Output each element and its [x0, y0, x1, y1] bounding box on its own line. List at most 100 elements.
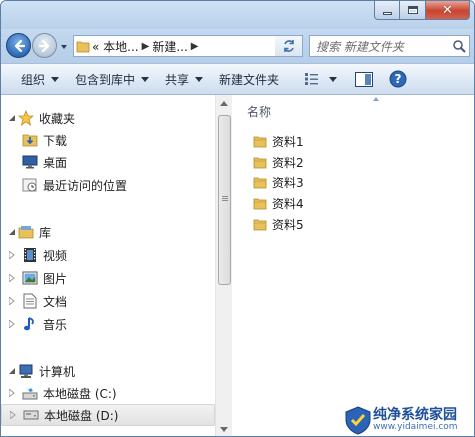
- include-in-library-button[interactable]: 包含到库中: [67, 67, 157, 91]
- file-name: 资料4: [272, 196, 304, 211]
- nav-item-music[interactable]: 音乐: [1, 313, 215, 335]
- nav-item-label: 本地磁盘 (C:): [43, 386, 117, 401]
- breadcrumb-label: 新建...: [152, 39, 188, 54]
- collapse-chevron-icon[interactable]: [7, 366, 17, 376]
- nav-favorites-label: 收藏夹: [39, 111, 76, 126]
- maximize-button[interactable]: [400, 1, 426, 20]
- nav-item-downloads[interactable]: 下载: [1, 129, 215, 151]
- breadcrumb-1[interactable]: « 本地...: [92, 36, 139, 56]
- navigation-pane: 收藏夹 下载 桌面 最近访问的位置 库 视频 图片 文档 音乐 计算机 本地磁盘…: [1, 95, 215, 436]
- picture-library-icon: [21, 269, 39, 287]
- nav-favorites[interactable]: 收藏夹: [1, 107, 215, 129]
- file-name: 资料5: [272, 217, 304, 232]
- preview-pane-button[interactable]: [351, 67, 377, 91]
- back-arrow-icon: [14, 39, 25, 52]
- scroll-up-icon[interactable]: [220, 101, 228, 106]
- folder-icon: [251, 132, 269, 150]
- search-input[interactable]: 搜索 新建文件夹: [316, 38, 449, 55]
- folder-icon: [251, 173, 269, 191]
- file-list-pane: 名称 资料1 资料2 资料3 资料4 资料5: [233, 95, 474, 436]
- expand-chevron-icon[interactable]: [7, 296, 17, 306]
- minimize-button[interactable]: [374, 1, 400, 20]
- breadcrumb-separator-icon[interactable]: ▶: [139, 41, 153, 52]
- nav-item-drive-c[interactable]: 本地磁盘 (C:): [1, 382, 215, 404]
- refresh-button[interactable]: [275, 35, 303, 57]
- chevron-down-icon: [329, 76, 338, 82]
- file-name: 资料2: [272, 155, 304, 170]
- column-header-name[interactable]: 名称: [247, 103, 271, 120]
- collapse-chevron-icon[interactable]: [7, 227, 17, 237]
- scroll-down-icon[interactable]: [220, 427, 228, 432]
- nav-computer[interactable]: 计算机: [1, 360, 215, 382]
- nav-item-recent-places[interactable]: 最近访问的位置: [1, 174, 215, 196]
- minimize-icon: [382, 11, 392, 15]
- nav-libraries-label: 库: [39, 225, 52, 240]
- collapse-chevron-icon[interactable]: [7, 113, 17, 123]
- expand-chevron-icon[interactable]: [8, 410, 18, 420]
- nav-item-label: 下载: [43, 133, 68, 148]
- recent-pages-chevron-icon[interactable]: [60, 43, 68, 51]
- maximize-icon: [407, 6, 418, 14]
- close-icon: ✕: [442, 2, 453, 18]
- file-name: 资料1: [272, 134, 304, 149]
- nav-item-label: 音乐: [43, 317, 68, 332]
- nav-item-label: 桌面: [43, 155, 68, 170]
- help-icon: ?: [389, 70, 407, 88]
- change-view-button[interactable]: [301, 67, 341, 91]
- file-item[interactable]: 资料4: [251, 193, 304, 213]
- nav-item-videos[interactable]: 视频: [1, 244, 215, 266]
- organize-menu-button[interactable]: 组织: [13, 67, 67, 91]
- new-folder-label: 新建文件夹: [219, 72, 280, 87]
- back-button[interactable]: [6, 33, 31, 58]
- breadcrumb-2[interactable]: 新建...: [152, 36, 187, 56]
- document-library-icon: [21, 292, 39, 310]
- download-folder-icon: [21, 131, 39, 149]
- nav-item-pictures[interactable]: 图片: [1, 267, 215, 289]
- expand-chevron-icon[interactable]: [7, 319, 17, 329]
- nav-item-drive-d[interactable]: 本地磁盘 (D:): [1, 404, 215, 426]
- search-box[interactable]: 搜索 新建文件夹: [309, 35, 470, 57]
- expand-chevron-icon[interactable]: [7, 388, 17, 398]
- forward-arrow-icon: [38, 39, 49, 52]
- new-folder-button[interactable]: 新建文件夹: [211, 67, 287, 91]
- folder-icon: [251, 194, 269, 212]
- nav-item-label: 视频: [43, 248, 68, 263]
- breadcrumb-separator-icon[interactable]: ▶: [188, 41, 202, 52]
- refresh-icon: [283, 40, 294, 52]
- recent-places-icon: [21, 176, 39, 194]
- organize-label: 组织: [21, 72, 46, 87]
- nav-item-documents[interactable]: 文档: [1, 290, 215, 312]
- drive-d-icon: [22, 406, 40, 424]
- chevron-down-icon: [141, 76, 150, 82]
- help-button[interactable]: ?: [385, 67, 411, 91]
- watermark-url: www.yidaimei.com: [373, 421, 458, 432]
- file-item[interactable]: 资料1: [251, 131, 304, 151]
- nav-pane-scrollbar[interactable]: [215, 95, 232, 436]
- expand-chevron-icon[interactable]: [7, 273, 17, 283]
- expand-chevron-icon[interactable]: [7, 250, 17, 260]
- close-button[interactable]: ✕: [426, 1, 470, 20]
- forward-button[interactable]: [32, 33, 57, 58]
- file-item[interactable]: 资料3: [251, 172, 304, 192]
- desktop-icon: [21, 153, 39, 171]
- svg-text:?: ?: [395, 72, 402, 86]
- share-button[interactable]: 共享: [157, 67, 211, 91]
- file-item[interactable]: 资料5: [251, 214, 304, 234]
- navigation-bar: « 本地... ▶ 新建... ▶ 搜索 新建文件夹: [1, 29, 474, 63]
- video-library-icon: [21, 246, 39, 264]
- scrollbar-thumb[interactable]: [218, 115, 231, 285]
- folder-icon: [251, 153, 269, 171]
- nav-item-desktop[interactable]: 桌面: [1, 151, 215, 173]
- nav-item-label: 文档: [43, 294, 68, 309]
- sort-ascending-icon: [373, 97, 379, 101]
- file-item[interactable]: 资料2: [251, 152, 304, 172]
- drive-c-icon: [21, 384, 39, 402]
- command-bar: 组织 包含到库中 共享 新建文件夹 ?: [1, 63, 474, 95]
- search-icon[interactable]: [449, 36, 469, 56]
- title-bar[interactable]: ✕: [1, 1, 474, 29]
- breadcrumb-label: « 本地...: [92, 39, 139, 54]
- address-bar[interactable]: « 本地... ▶ 新建... ▶: [73, 35, 303, 57]
- preview-pane-icon: [355, 71, 374, 87]
- nav-libraries[interactable]: 库: [1, 221, 215, 243]
- content-area: 收藏夹 下载 桌面 最近访问的位置 库 视频 图片 文档 音乐 计算机 本地磁盘…: [1, 95, 474, 436]
